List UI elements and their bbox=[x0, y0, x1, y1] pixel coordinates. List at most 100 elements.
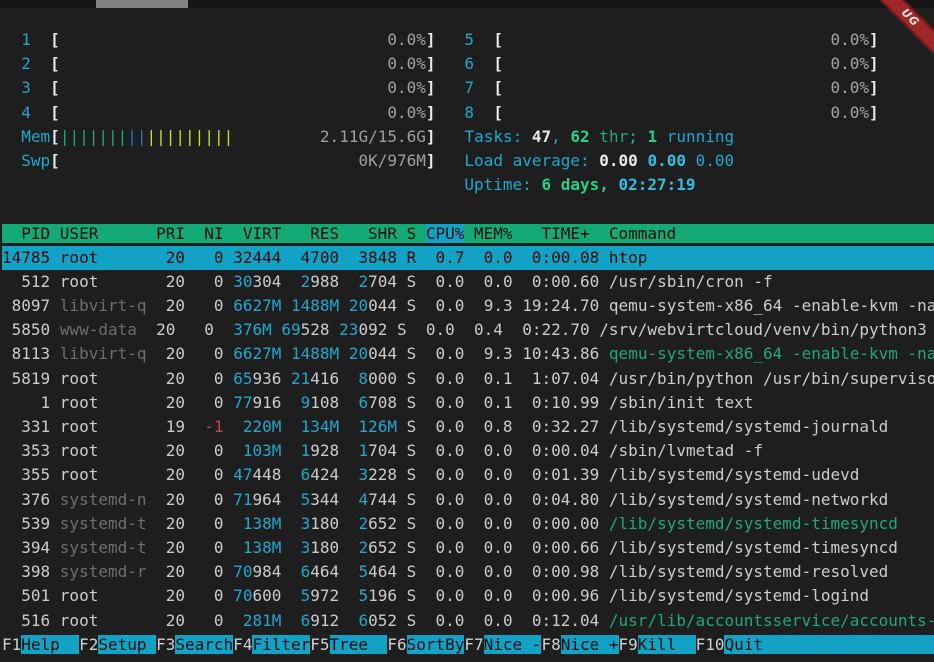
text-segment bbox=[503, 30, 831, 49]
user: systemd-t bbox=[60, 538, 147, 557]
text-segment: 71 bbox=[233, 490, 252, 509]
uptime-row: Uptime: 6 days, 02:27:19 bbox=[2, 173, 934, 197]
text-segment: 052 S 0.0 0.0 0:12.04 bbox=[368, 611, 609, 630]
text-segment bbox=[272, 320, 282, 339]
negative-nice-value: -1 bbox=[204, 417, 223, 436]
text-segment: 331 root 19 bbox=[2, 417, 204, 436]
text-segment: 1488M bbox=[291, 344, 339, 363]
process-row-398[interactable]: 398 systemd-r 20 0 70984 6464 5464 S 0.0… bbox=[2, 560, 934, 584]
text-segment: 398 bbox=[2, 562, 60, 581]
text-segment bbox=[436, 30, 465, 49]
text-segment: 47 bbox=[233, 465, 252, 484]
text-segment: 6 bbox=[358, 611, 368, 630]
text-segment: 69 bbox=[281, 320, 300, 339]
text-segment: [ bbox=[493, 54, 503, 73]
table-header-row[interactable]: PID USER PRI NI VIRT RES SHR S CPU% MEM%… bbox=[2, 222, 934, 246]
text-segment: 281M bbox=[243, 611, 282, 630]
fn-key-f5[interactable]: F5 bbox=[310, 635, 329, 654]
process-row-353[interactable]: 353 root 20 0 103M 1928 1704 S 0.0 0.0 0… bbox=[2, 439, 934, 463]
process-row-5819[interactable]: 5819 root 20 0 65936 21416 8000 S 0.0 0.… bbox=[2, 367, 934, 391]
text-segment bbox=[503, 103, 831, 122]
loadavg-label: Load average: bbox=[464, 151, 599, 170]
fn-key-f2[interactable]: F2 bbox=[79, 635, 98, 654]
htop-terminal-screen: 1 [ 0.0%] 5 [ 0.0%] 2 [ 0.0%] 6 [ 0.0%] … bbox=[0, 0, 934, 662]
cpu4-id: 4 bbox=[21, 103, 31, 122]
text-segment: 3 bbox=[301, 538, 311, 557]
fn-label-tree[interactable]: Tree bbox=[330, 635, 388, 654]
text-segment: 20 0 bbox=[147, 344, 234, 363]
fn-label-nice-minus[interactable]: Nice - bbox=[484, 635, 542, 654]
text-segment: 23 bbox=[339, 320, 358, 339]
text-segment bbox=[281, 296, 291, 315]
process-row-512[interactable]: 512 root 20 0 30304 2988 2704 S 0.0 0.0 … bbox=[2, 270, 934, 294]
text-segment: 2 bbox=[358, 514, 368, 533]
text-segment bbox=[339, 417, 358, 436]
cpu5-value: 0.0% bbox=[830, 30, 869, 49]
fn-key-f8[interactable]: F8 bbox=[541, 635, 560, 654]
text-segment: 044 S 0.0 9.3 19:24.70 qemu-system-x86_6… bbox=[368, 296, 934, 315]
text-segment bbox=[436, 103, 465, 122]
text-segment: 70 bbox=[233, 586, 252, 605]
text-segment: 20 0 bbox=[147, 538, 243, 557]
text-segment: 448 bbox=[252, 465, 300, 484]
process-row-355[interactable]: 355 root 20 0 47448 6424 3228 S 0.0 0.0 … bbox=[2, 463, 934, 487]
text-segment: 5 bbox=[301, 490, 311, 509]
fn-key-f6[interactable]: F6 bbox=[387, 635, 406, 654]
text-segment: 304 bbox=[252, 272, 300, 291]
column-headers-left[interactable]: PID USER PRI NI VIRT RES SHR S bbox=[2, 224, 426, 243]
text-segment bbox=[474, 54, 493, 73]
text-segment: 4 bbox=[358, 490, 368, 509]
text-segment: ; bbox=[628, 127, 647, 146]
swap-label: Swp bbox=[21, 151, 50, 170]
process-row-8097[interactable]: 8097 libvirt-q 20 0 6627M 1488M 20044 S … bbox=[2, 294, 934, 318]
process-row-394[interactable]: 394 systemd-t 20 0 138M 3180 2652 S 0.0 … bbox=[2, 536, 934, 560]
text-segment: 353 root 20 0 bbox=[2, 441, 243, 460]
text-segment bbox=[2, 151, 21, 170]
fn-key-f9[interactable]: F9 bbox=[619, 635, 638, 654]
text-segment: 138M bbox=[243, 538, 282, 557]
fn-label-kill[interactable]: Kill bbox=[638, 635, 696, 654]
fn-key-f7[interactable]: F7 bbox=[464, 635, 483, 654]
text-segment: 464 S 0.0 0.0 0:00.98 /lib/systemd/syste… bbox=[368, 562, 888, 581]
fn-key-f3[interactable]: F3 bbox=[156, 635, 175, 654]
spacer-row bbox=[2, 197, 934, 221]
fn-label-search[interactable]: Search bbox=[175, 635, 233, 654]
text-segment: 8 bbox=[358, 369, 368, 388]
fn-key-f1[interactable]: F1 bbox=[2, 635, 21, 654]
text-segment: 103M bbox=[243, 441, 282, 460]
user: www-data bbox=[60, 320, 147, 339]
fn-label-help[interactable]: Help bbox=[21, 635, 79, 654]
fn-label-nice-plus[interactable]: Nice + bbox=[561, 635, 619, 654]
fn-key-f10[interactable]: F10 bbox=[696, 635, 725, 654]
process-row-14785-selected[interactable]: 14785 root 20 0 32444 4700 3848 R 0.7 0.… bbox=[2, 246, 934, 270]
column-headers-right[interactable]: MEM% TIME+ Command bbox=[464, 224, 934, 243]
text-segment: 744 S 0.0 0.0 0:04.80 /lib/systemd/syste… bbox=[368, 490, 888, 509]
process-row-516[interactable]: 516 root 20 0 281M 6912 6052 S 0.0 0.0 0… bbox=[2, 609, 934, 633]
process-row-501[interactable]: 501 root 20 0 70600 5972 5196 S 0.0 0.0 … bbox=[2, 584, 934, 608]
process-row-8113[interactable]: 8113 libvirt-q 20 0 6627M 1488M 20044 S … bbox=[2, 342, 934, 366]
loadavg-15: 0.00 bbox=[696, 151, 735, 170]
text-segment: 20 0 bbox=[147, 320, 234, 339]
process-row-376[interactable]: 376 systemd-n 20 0 71964 5344 4744 S 0.0… bbox=[2, 488, 934, 512]
fn-label-quit[interactable]: Quit bbox=[724, 635, 934, 654]
swp-meter-and-loadavg: Swp[ 0K/976M] Load average: 0.00 0.00 0.… bbox=[2, 149, 934, 173]
threads-count: 62 bbox=[570, 127, 589, 146]
fn-label-filter[interactable]: Filter bbox=[252, 635, 310, 654]
sort-column-cpu-header[interactable]: CPU% bbox=[426, 224, 465, 243]
text-segment: ] bbox=[426, 103, 436, 122]
fn-key-f4[interactable]: F4 bbox=[233, 635, 252, 654]
process-row-5850[interactable]: 5850 www-data 20 0 376M 69528 23092 S 0.… bbox=[2, 318, 934, 342]
text-segment bbox=[2, 103, 21, 122]
text-segment: S 0.0 0.8 0:32.27 /lib/systemd/systemd-j… bbox=[397, 417, 888, 436]
process-row-331[interactable]: 331 root 19 -1 220M 134M 126M S 0.0 0.8 … bbox=[2, 415, 934, 439]
process-row-539[interactable]: 539 systemd-t 20 0 138M 3180 2652 S 0.0 … bbox=[2, 512, 934, 536]
text-segment bbox=[2, 30, 21, 49]
fn-label-sortby[interactable]: SortBy bbox=[407, 635, 465, 654]
fn-label-setup[interactable]: Setup bbox=[98, 635, 156, 654]
text-segment: ] bbox=[869, 103, 879, 122]
text-segment: 928 bbox=[310, 441, 358, 460]
text-segment bbox=[281, 344, 291, 363]
process-row-1[interactable]: 1 root 20 0 77916 9108 6708 S 0.0 0.1 0:… bbox=[2, 391, 934, 415]
text-segment bbox=[339, 344, 349, 363]
text-segment: 1 bbox=[301, 441, 311, 460]
